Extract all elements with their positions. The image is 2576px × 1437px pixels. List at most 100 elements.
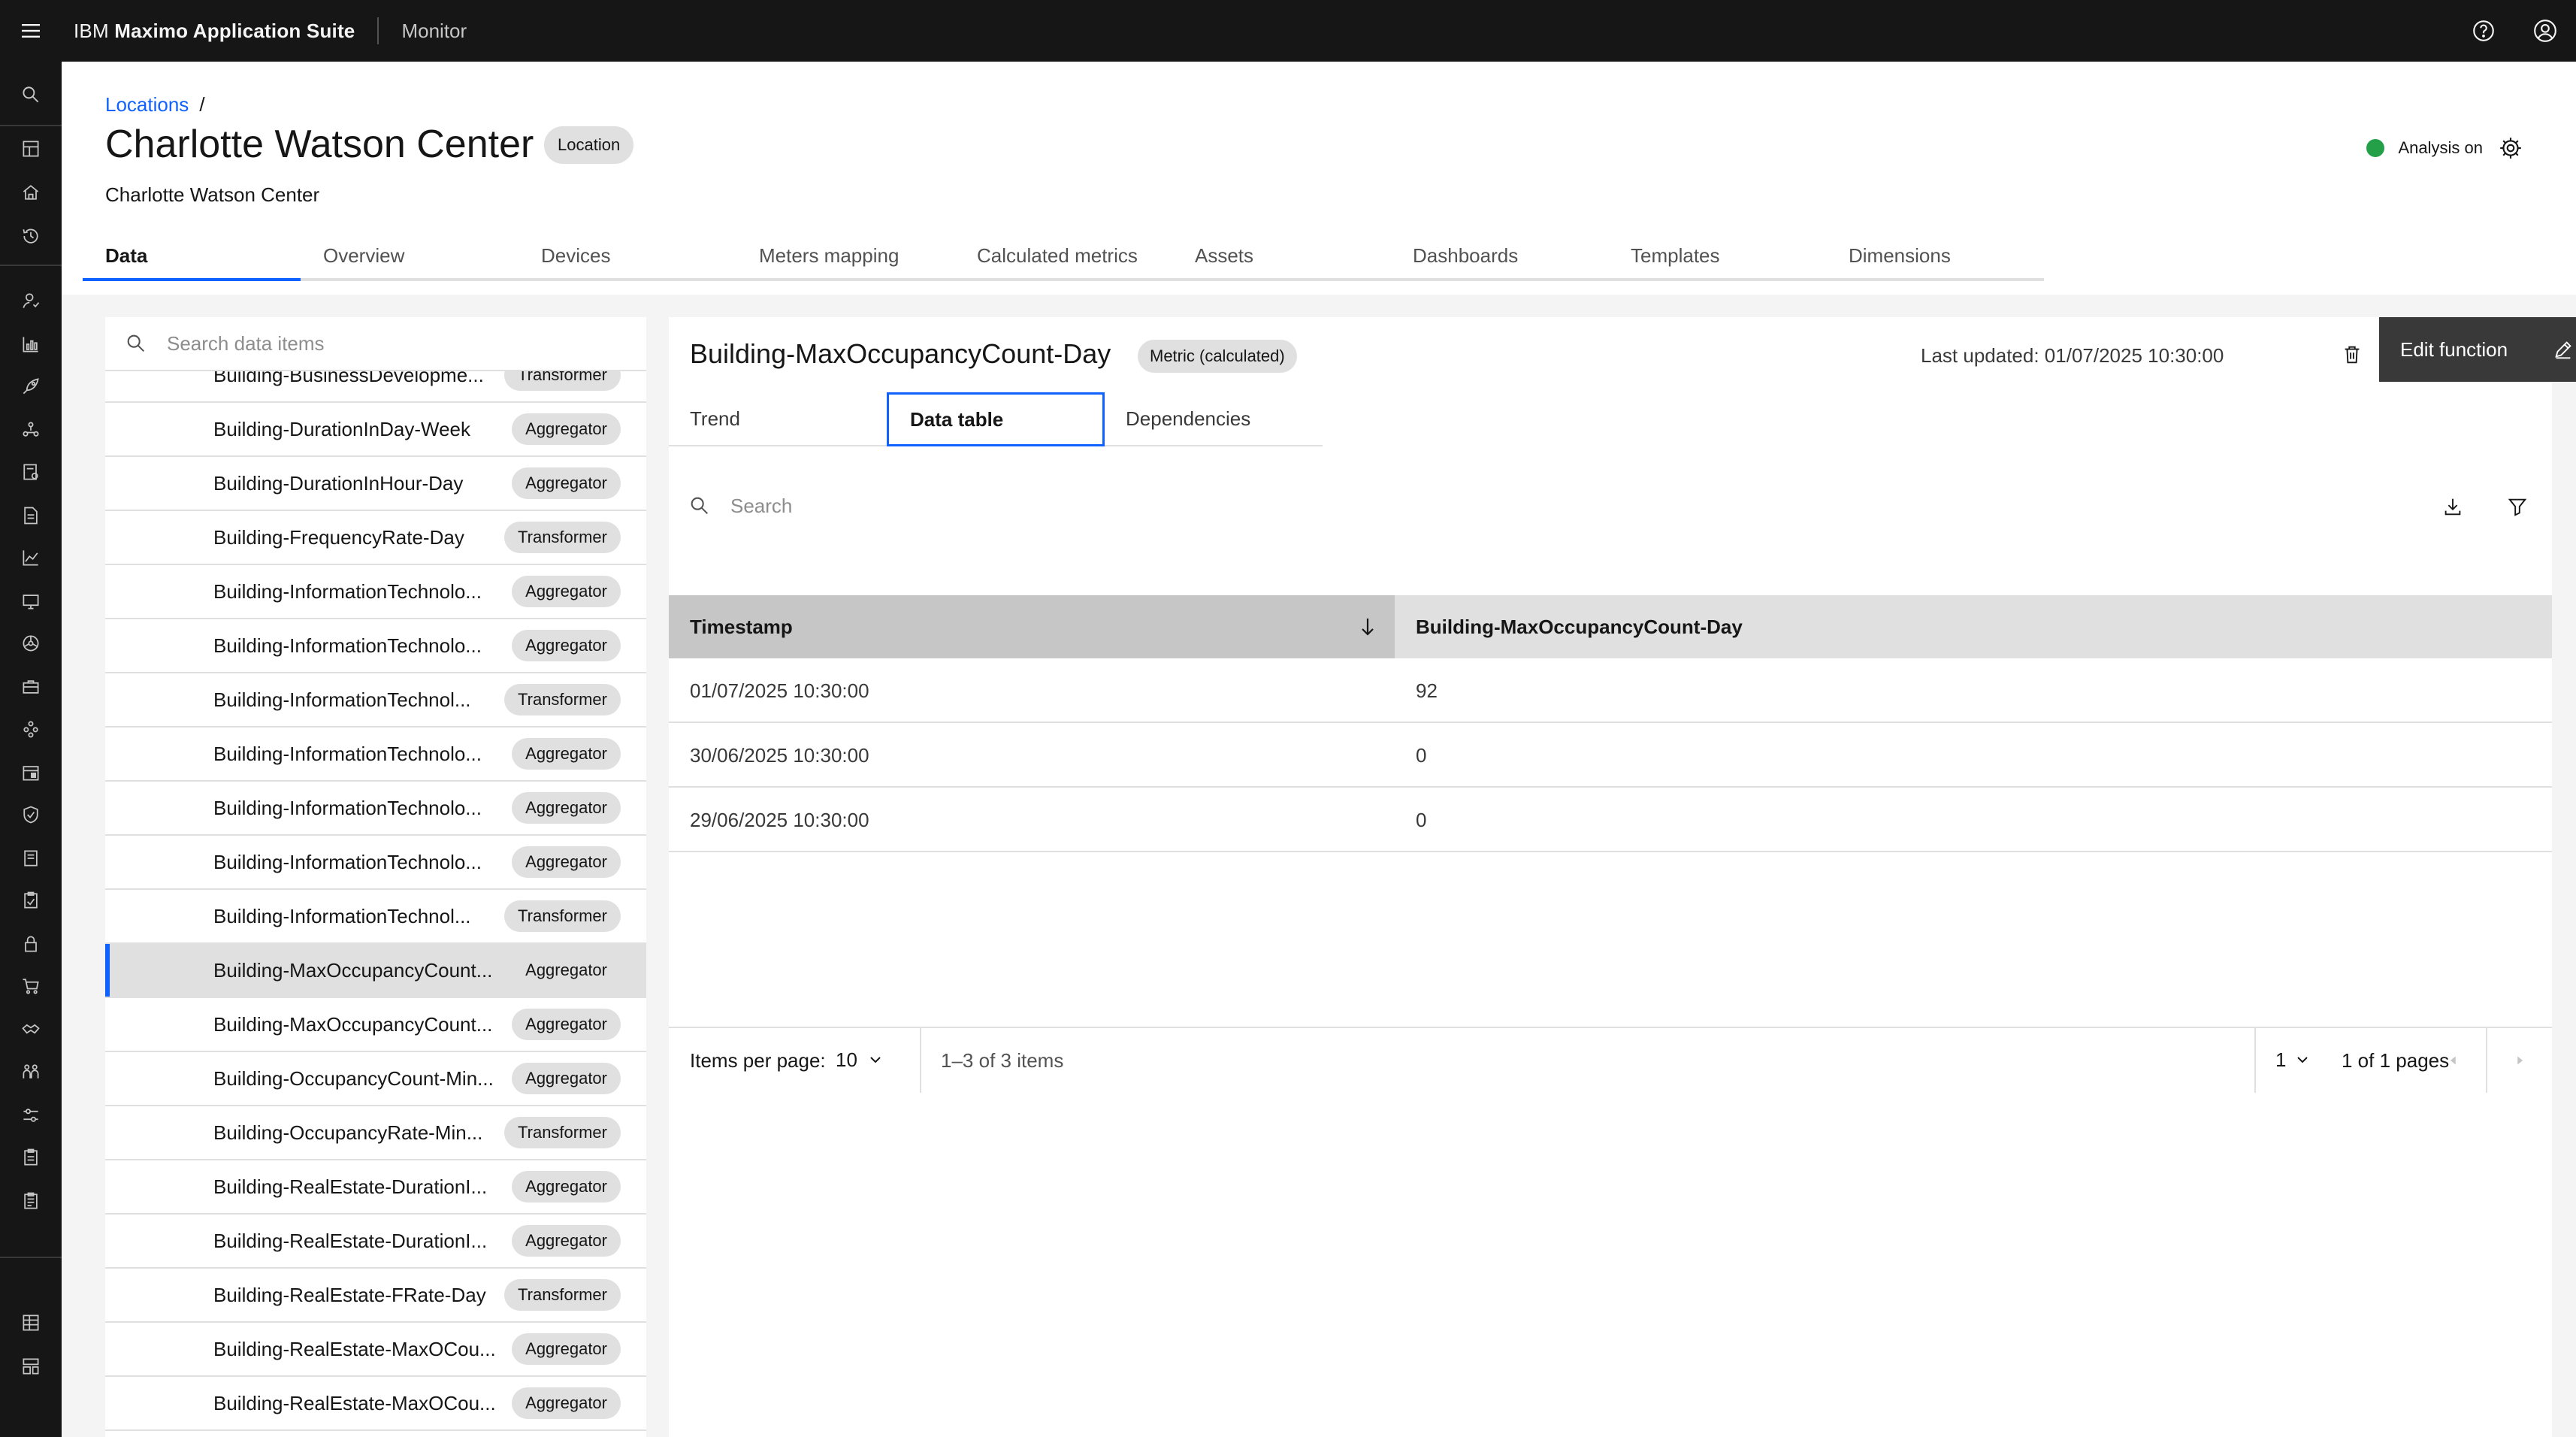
data-items-panel: Building-BusinessDevelopme... Transformer…: [105, 317, 646, 1437]
rail-history-icon[interactable]: [0, 215, 62, 257]
rail-people-icon[interactable]: [0, 1051, 62, 1093]
rail-trend-icon[interactable]: [0, 537, 62, 579]
data-items-search: [105, 317, 646, 371]
delete-button[interactable]: [2337, 338, 2367, 371]
rail-shield-icon[interactable]: [0, 794, 62, 836]
list-item[interactable]: Building-InformationTechnolo... Aggregato…: [105, 836, 646, 890]
rail-network-icon[interactable]: [0, 409, 62, 451]
list-item[interactable]: Building-InformationTechnolo... Aggregato…: [105, 728, 646, 782]
list-item[interactable]: Building-RealEstate-DurationI... Aggregat…: [105, 1215, 646, 1269]
tab-data-table[interactable]: Data table: [887, 392, 1105, 446]
table-row[interactable]: 29/06/2025 10:30:00 0: [669, 788, 2552, 852]
tab-dimensions[interactable]: Dimensions: [1826, 233, 2044, 281]
column-header-value[interactable]: Building-MaxOccupancyCount-Day: [1395, 595, 2552, 658]
rail-layout-icon[interactable]: [0, 1345, 62, 1387]
list-item[interactable]: Building-OccupancyRate-Min... Transformer: [105, 1106, 646, 1160]
rail-handshake-icon[interactable]: [0, 1009, 62, 1051]
list-item-name: Building-InformationTechnolo...: [213, 850, 482, 873]
tab-templates[interactable]: Templates: [1608, 233, 1826, 281]
rail-lock-icon[interactable]: [0, 923, 62, 965]
rail-report-icon[interactable]: [0, 451, 62, 493]
tab-devices[interactable]: Devices: [519, 233, 736, 281]
rail-checklist-icon[interactable]: [0, 1180, 62, 1222]
list-item[interactable]: Building-DurationInHour-Day Aggregator: [105, 457, 646, 511]
rail-search-icon[interactable]: [0, 74, 62, 116]
rail-home-icon[interactable]: [0, 171, 62, 213]
list-item[interactable]: Building-DurationInDay-Week Aggregator: [105, 403, 646, 457]
rail-task-icon[interactable]: [0, 1136, 62, 1178]
rail-document-icon[interactable]: [0, 495, 62, 537]
tab-calculated-metrics[interactable]: Calculated metrics: [954, 233, 1172, 281]
list-item[interactable]: Building-InformationTechnolo... Aggregato…: [105, 782, 646, 836]
tab-data[interactable]: Data: [83, 233, 301, 281]
list-item[interactable]: Building-MaxOccupancyCount... Aggregator: [105, 998, 646, 1052]
header-divider: [377, 17, 379, 44]
list-item[interactable]: Building-InformationTechnol... Transforme…: [105, 673, 646, 728]
rail-monitor-icon[interactable]: [0, 580, 62, 622]
list-item[interactable]: Building-RealEstate-FRate-Day Transformer: [105, 1269, 646, 1323]
rail-dashboard-icon[interactable]: [0, 128, 62, 170]
rail-hierarchy-icon[interactable]: [0, 708, 62, 750]
page-number-select[interactable]: 1: [2275, 1043, 2311, 1076]
rail-clipboard-icon[interactable]: [0, 879, 62, 921]
next-page-button[interactable]: [2487, 1028, 2552, 1093]
breadcrumb-locations-link[interactable]: Locations: [105, 93, 189, 116]
list-item[interactable]: Building-MaxOccupancyCount... Aggregator: [105, 944, 646, 998]
tab-assets[interactable]: Assets: [1172, 233, 1390, 281]
table-row[interactable]: 30/06/2025 10:30:00 0: [669, 723, 2552, 788]
table-row[interactable]: 01/07/2025 10:30:00 92: [669, 658, 2552, 723]
column-header-timestamp[interactable]: Timestamp: [669, 595, 1395, 658]
metric-detail-panel: Building-MaxOccupancyCount-Day Metric (c…: [669, 317, 2576, 1437]
user-avatar-icon[interactable]: [2514, 0, 2576, 62]
list-item-name: Building-RealEstate-DurationI...: [213, 1229, 488, 1252]
edit-function-button[interactable]: Edit function: [2379, 317, 2576, 382]
data-items-search-input[interactable]: [167, 331, 618, 355]
table-cell-timestamp: 30/06/2025 10:30:00: [690, 743, 869, 767]
list-item[interactable]: Building-RealEstate-MaxOCou... Aggregator: [105, 1323, 646, 1377]
help-icon[interactable]: [2453, 0, 2514, 62]
list-item-name: Building-InformationTechnol...: [213, 688, 471, 711]
tab-dependencies[interactable]: Dependencies: [1105, 392, 1323, 446]
table-cell-value: 0: [1416, 808, 1427, 831]
brand-name[interactable]: IBM Maximo Application Suite: [74, 20, 355, 43]
list-item-type-badge: Transformer: [504, 1117, 621, 1148]
list-item[interactable]: Building-FrequencyRate-Day Transformer: [105, 511, 646, 565]
rail-calendar-icon[interactable]: [0, 752, 62, 794]
tab-overview[interactable]: Overview: [301, 233, 519, 281]
previous-page-button[interactable]: [2421, 1028, 2486, 1093]
list-item[interactable]: Building-InformationTechnolo... Aggregato…: [105, 619, 646, 673]
rail-book-icon[interactable]: [0, 837, 62, 879]
rail-briefcase-icon[interactable]: [0, 666, 62, 708]
search-icon: [691, 497, 709, 515]
tab-trend[interactable]: Trend: [669, 392, 887, 446]
list-item-name: Building-InformationTechnol...: [213, 904, 471, 927]
status-dot-icon: [2366, 139, 2385, 157]
table-toolbar: [669, 475, 2552, 537]
list-item-name: Building-InformationTechnolo...: [213, 634, 482, 657]
settings-gear-icon[interactable]: [2498, 135, 2523, 161]
rail-grid-icon[interactable]: [0, 1302, 62, 1344]
table-cell-timestamp: 29/06/2025 10:30:00: [690, 808, 869, 831]
table-search-input[interactable]: [730, 494, 2083, 518]
table-cell-value: 0: [1416, 743, 1427, 767]
list-item[interactable]: Building-InformationTechnol... Transforme…: [105, 890, 646, 944]
menu-icon[interactable]: [0, 0, 62, 62]
rail-settings-wheel-icon[interactable]: [0, 622, 62, 664]
list-item[interactable]: Building-RealEstate-DurationI... Aggregat…: [105, 1160, 646, 1215]
metric-title: Building-MaxOccupancyCount-Day: [690, 338, 1111, 369]
download-button[interactable]: [2436, 490, 2469, 523]
breadcrumb-separator: /: [199, 93, 205, 116]
tab-meters-mapping[interactable]: Meters mapping: [736, 233, 954, 281]
list-item[interactable]: Building-OccupancyCount-Min... Aggregator: [105, 1052, 646, 1106]
items-per-page-select[interactable]: 10: [836, 1043, 884, 1076]
rail-sliders-icon[interactable]: [0, 1094, 62, 1136]
rail-rocket-icon[interactable]: [0, 365, 62, 407]
sort-descending-icon[interactable]: [1356, 615, 1380, 639]
list-item[interactable]: Building-InformationTechnolo... Aggregato…: [105, 565, 646, 619]
rail-user-icon[interactable]: [0, 280, 62, 322]
rail-cart-icon[interactable]: [0, 965, 62, 1007]
rail-chart-icon[interactable]: [0, 323, 62, 365]
filter-button[interactable]: [2501, 490, 2534, 523]
list-item[interactable]: Building-RealEstate-MaxOCou... Aggregator: [105, 1377, 646, 1431]
tab-dashboards[interactable]: Dashboards: [1390, 233, 1608, 281]
